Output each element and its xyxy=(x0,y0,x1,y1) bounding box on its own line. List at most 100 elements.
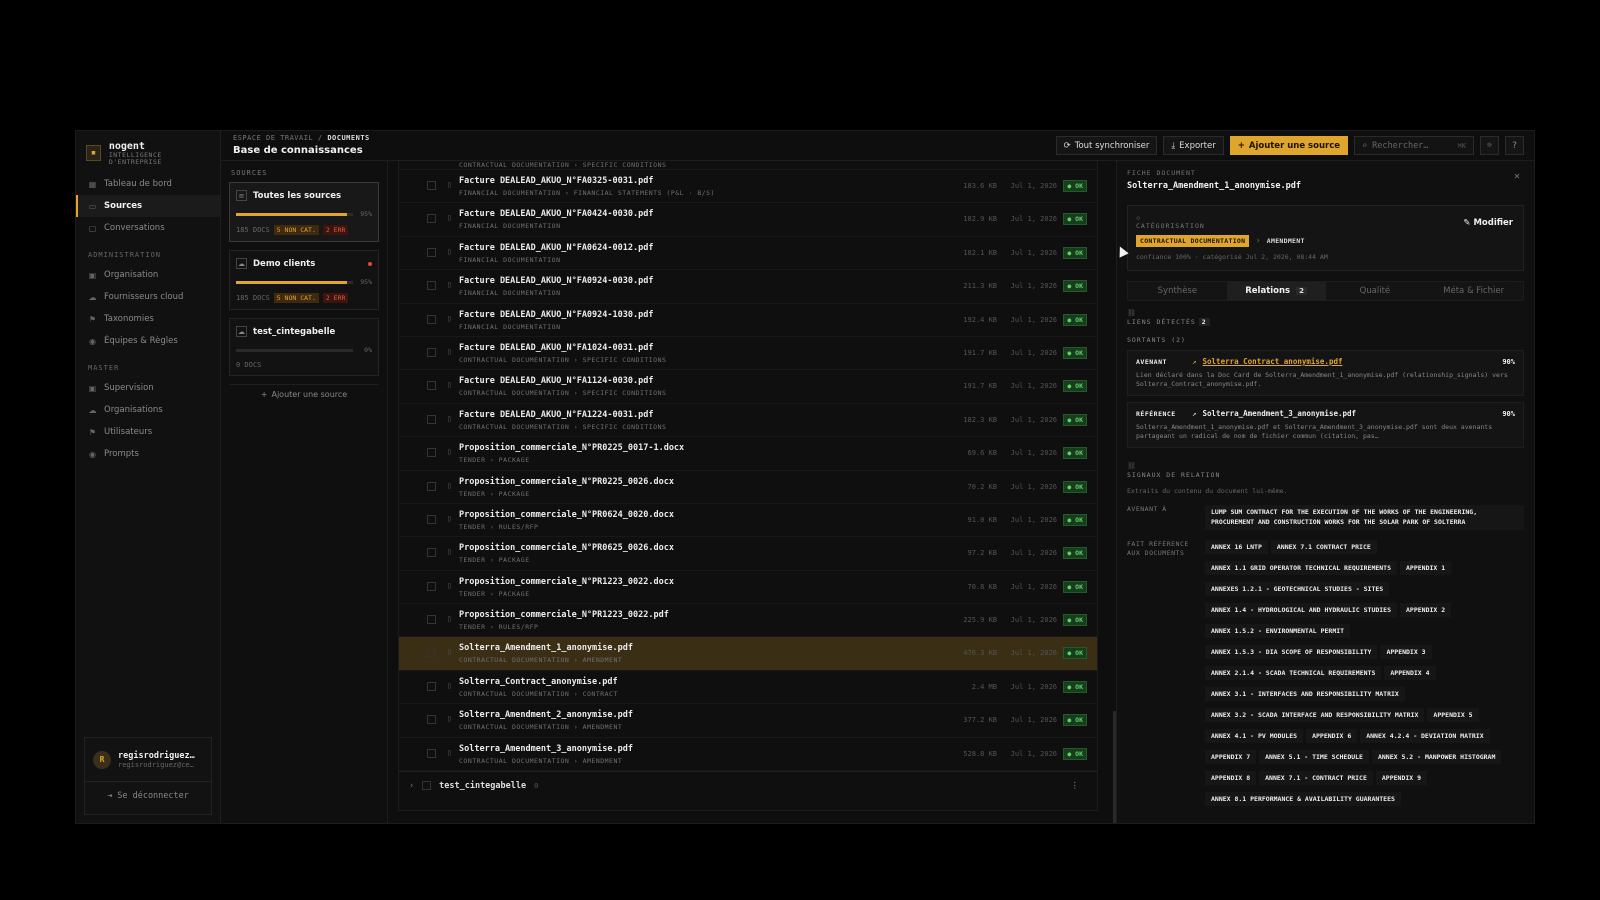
table-row[interactable]: ▯ Facture DEALEAD_AKUO_N°FA1224-0031.pdf C… xyxy=(399,404,1097,438)
table-row[interactable]: ▯ Proposition_commerciale_N°PR1223_0022.d… xyxy=(399,571,1097,605)
reference-chip[interactable]: ANNEX 2.1.4 - SCADA TECHNICAL REQUIREMEN… xyxy=(1205,666,1382,680)
row-checkbox[interactable] xyxy=(427,347,436,357)
row-checkbox[interactable] xyxy=(427,715,436,725)
row-checkbox[interactable] xyxy=(427,548,436,558)
doc-name[interactable]: Solterra_Amendment_1_anonymise.pdf xyxy=(459,643,633,653)
table-row[interactable]: ▯ Facture DEALEAD_AKUO_N°FA0924-0030.pdf F… xyxy=(399,270,1097,304)
reference-chip[interactable]: APPENDIX 2 xyxy=(1400,603,1452,617)
table-row[interactable]: ▯ Facture DEALEAD_AKUO_N°FA0624-0012.pdf F… xyxy=(399,237,1097,271)
reference-chip[interactable]: ANNEXES 1.2.1 - GEOTECHNICAL STUDIES - S… xyxy=(1205,582,1390,596)
sidebar-item-tableau-de-bord[interactable]: ▦ Tableau de bord xyxy=(76,173,220,195)
row-checkbox[interactable] xyxy=(427,615,436,625)
row-checkbox[interactable] xyxy=(427,581,436,591)
reference-chip[interactable]: APPENDIX 4 xyxy=(1384,666,1436,680)
row-checkbox[interactable] xyxy=(427,514,436,524)
sync-all-button[interactable]: ⟳ Tout synchroniser xyxy=(1055,136,1158,155)
sidebar-item-organisation[interactable]: ▣ Organisation xyxy=(76,264,220,286)
reference-chip[interactable]: APPENDIX 7 xyxy=(1205,750,1257,764)
add-source-link[interactable]: + Ajouter une source xyxy=(229,384,379,404)
reference-chip[interactable]: APPENDIX 1 xyxy=(1400,561,1452,575)
reference-chip[interactable]: ANNEX 3.1 - INTERFACES AND RESPONSIBILIT… xyxy=(1205,687,1405,701)
sidebar-item-fournisseurs-cloud[interactable]: ☁ Fournisseurs cloud xyxy=(76,286,220,308)
doc-name[interactable]: Facture DEALEAD_AKUO_N°FA1124-0030.pdf xyxy=(459,376,653,386)
reference-chip[interactable]: APPENDIX 8 xyxy=(1205,771,1257,785)
doc-name[interactable]: Solterra_Contract_anonymise.pdf xyxy=(459,677,618,687)
row-checkbox[interactable] xyxy=(427,448,436,458)
search-input[interactable]: ⌕ Rechercher… ⌘K xyxy=(1354,136,1474,155)
reference-chip[interactable]: ANNEX 1.5.2 - ENVIRONMENTAL PERMIT xyxy=(1205,624,1351,638)
reference-chip[interactable]: ANNEX 16 LNTP xyxy=(1205,540,1268,554)
export-button[interactable]: ⤓ Exporter xyxy=(1163,136,1224,155)
table-row[interactable]: ▯ Solterra_Amendment_1_anonymise.pdf CONTR… xyxy=(399,637,1097,671)
table-row[interactable]: ▯ Proposition_commerciale_N°PR0625_0026.d… xyxy=(399,537,1097,571)
doc-name[interactable]: Proposition_commerciale_N°PR0625_0026.do… xyxy=(459,543,674,553)
theme-toggle-button[interactable]: ☼ xyxy=(1480,136,1499,155)
tab-qualite[interactable]: Qualité xyxy=(1326,282,1425,300)
row-checkbox[interactable] xyxy=(427,214,436,224)
sidebar-item-prompts[interactable]: ◉ Prompts xyxy=(76,443,220,465)
doc-name[interactable]: Solterra_Amendment_2_anonymise.pdf xyxy=(459,710,633,720)
add-source-button[interactable]: + Ajouter une source xyxy=(1229,136,1348,155)
edit-button[interactable]: ✎ Modifier xyxy=(1463,218,1513,228)
chevron-right-icon[interactable]: › xyxy=(409,781,414,791)
doc-name[interactable]: Facture DEALEAD_AKUO_N°FA1224-0031.pdf xyxy=(459,410,653,420)
reference-chip[interactable]: ANNEX 5.1 - TIME SCHEDULE xyxy=(1259,750,1369,764)
doc-name[interactable]: Proposition_commerciale_N°PR1223_0022.do… xyxy=(459,577,674,587)
sidebar-item-taxonomies[interactable]: ⚑ Taxonomies xyxy=(76,308,220,330)
doc-name[interactable]: Proposition_commerciale_N°PR1223_0022.pd… xyxy=(459,610,669,620)
table-row[interactable]: ▯ Facture DEALEAD_AKUO_N°FA0325-0031.pdf F… xyxy=(399,170,1097,204)
reference-chip[interactable]: APPENDIX 5 xyxy=(1427,708,1479,722)
tab-meta-fichier[interactable]: Méta & Fichier xyxy=(1424,282,1523,300)
logout-button[interactable]: ⇥ Se déconnecter xyxy=(85,782,211,801)
reference-chip[interactable]: ANNEX 3.2 - SCADA INTERFACE AND RESPONSI… xyxy=(1205,708,1425,722)
reference-chip[interactable]: ANNEX 1.1 GRID OPERATOR TECHNICAL REQUIR… xyxy=(1205,561,1398,575)
source-card-test-cintegabelle[interactable]: ☁ test_cintegabelle 0% 0 DOCS xyxy=(229,318,379,376)
row-checkbox[interactable] xyxy=(427,414,436,424)
table-row[interactable]: ▯ Proposition_commerciale_N°PR0225_0017-1… xyxy=(399,437,1097,471)
doc-name[interactable]: Solterra_Amendment_3_anonymise.pdf xyxy=(459,744,633,754)
table-row[interactable]: ▯ Facture DEALEAD_AKUO_N°FA0424-0030.pdf F… xyxy=(399,203,1097,237)
sidebar-item-organisations[interactable]: ☁ Organisations xyxy=(76,399,220,421)
row-checkbox[interactable] xyxy=(427,648,436,658)
row-checkbox[interactable] xyxy=(427,481,436,491)
reference-chip[interactable]: APPENDIX 9 xyxy=(1375,771,1428,785)
table-row[interactable]: ▯ Facture DEALEAD_AKUO_N°FA1124-0030.pdf C… xyxy=(399,370,1097,404)
breadcrumb-root[interactable]: ESPACE DE TRAVAIL xyxy=(233,134,313,142)
relation-target-link[interactable]: Solterra_Amendment_3_anonymise.pdf xyxy=(1203,409,1357,418)
doc-name[interactable]: Proposition_commerciale_N°PR0225_0017-1.… xyxy=(459,443,684,453)
doc-name[interactable]: Facture DEALEAD_AKUO_N°FA0924-1030.pdf xyxy=(459,310,653,320)
row-checkbox[interactable] xyxy=(427,281,436,291)
doc-name[interactable]: Facture DEALEAD_AKUO_N°FA1024-0031.pdf xyxy=(459,343,653,353)
doc-name[interactable]: Facture DEALEAD_AKUO_N°FA0924-0030.pdf xyxy=(459,276,653,286)
user-profile[interactable]: R regisrodriguez… regisrodriguez@ce… xyxy=(85,738,211,782)
table-row[interactable]: CONTRACTUAL DOCUMENTATION › SPECIFIC CON… xyxy=(399,161,1097,170)
reference-chip[interactable]: ANNEX 7.1 - CONTRACT PRICE xyxy=(1259,771,1373,785)
row-checkbox[interactable] xyxy=(427,314,436,324)
reference-chip[interactable]: ANNEX 5.2 - MANPOWER HISTOGRAM xyxy=(1371,750,1502,764)
doc-name[interactable]: Facture DEALEAD_AKUO_N°FA0424-0030.pdf xyxy=(459,209,653,219)
sidebar-item-sources[interactable]: ▭ Sources xyxy=(76,195,220,217)
reference-chip[interactable]: ANNEX 4.2.4 - DEVIATION MATRIX xyxy=(1360,729,1490,743)
close-icon[interactable]: ✕ xyxy=(1514,171,1520,182)
help-button[interactable]: ? xyxy=(1505,136,1524,155)
source-card-toutes-les-sources[interactable]: ≡ Toutes les sources 95% 185 DOCS 5 NON CAT.… xyxy=(229,182,379,242)
row-checkbox[interactable] xyxy=(427,181,436,190)
row-checkbox[interactable] xyxy=(427,381,436,391)
tab-synthese[interactable]: Synthèse xyxy=(1128,282,1227,300)
table-row[interactable]: ▯ Facture DEALEAD_AKUO_N°FA0924-1030.pdf F… xyxy=(399,304,1097,337)
table-row[interactable]: ▯ Proposition_commerciale_N°PR0624_0020.d… xyxy=(399,504,1097,538)
source-card-demo-clients[interactable]: ☁ Demo clients 95% 185 DOCS 5 NON CAT. 2 ERR xyxy=(229,250,379,310)
reference-chip[interactable]: ANNEX 1.5.3 - DIA SCOPE OF RESPONSIBILIT… xyxy=(1205,645,1378,659)
reference-chip[interactable]: ANNEX 7.1 CONTRACT PRICE xyxy=(1270,540,1377,554)
doc-name[interactable]: Facture DEALEAD_AKUO_N°FA0325-0031.pdf xyxy=(459,176,653,186)
table-row[interactable]: ▯ Solterra_Contract_anonymise.pdf CONTRACT… xyxy=(399,671,1097,705)
row-checkbox[interactable] xyxy=(427,748,436,758)
more-options-icon[interactable]: ⋮ xyxy=(1071,781,1080,791)
table-row[interactable]: ▯ Proposition_commerciale_N°PR0225_0026.d… xyxy=(399,471,1097,504)
row-checkbox[interactable] xyxy=(427,247,436,257)
group-checkbox[interactable] xyxy=(422,781,432,791)
table-row[interactable]: ▯ Proposition_commerciale_N°PR1223_0022.p… xyxy=(399,604,1097,638)
table-row[interactable]: ▯ Facture DEALEAD_AKUO_N°FA1024-0031.pdf C… xyxy=(399,337,1097,371)
sidebar-item-equipes-regles[interactable]: ◉ Équipes & Règles xyxy=(76,330,220,352)
doc-name[interactable]: Proposition_commerciale_N°PR0225_0026.do… xyxy=(459,477,674,487)
